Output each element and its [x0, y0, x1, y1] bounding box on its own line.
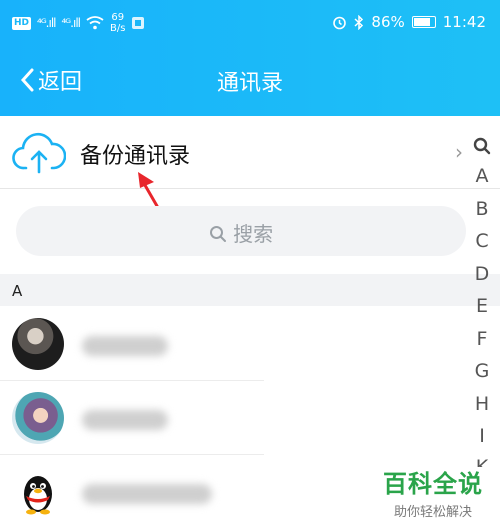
page-title: 通讯录: [216, 71, 283, 96]
network-speed: 69 B/s: [110, 12, 125, 34]
index-search-icon[interactable]: [470, 134, 494, 160]
cloud-upload-icon: [12, 132, 66, 174]
battery-icon: [411, 16, 436, 28]
watermark: 百科全说 助你轻松解决: [374, 464, 492, 520]
chevron-right-icon: ›: [455, 140, 463, 164]
signal-icon-1: ⁴ᴳ.ıll: [37, 16, 57, 30]
index-letter[interactable]: A: [470, 160, 494, 193]
contact-name-blurred: [82, 410, 168, 430]
app-header: HD ⁴ᴳ.ıll ⁴ᴳ.ıll 69 B/s 86% 11:42 返回 通讯录: [0, 0, 500, 116]
watermark-title: 百科全说: [383, 470, 483, 498]
index-letter[interactable]: E: [470, 290, 494, 323]
backup-contacts-row[interactable]: 备份通讯录 ›: [0, 116, 500, 189]
speed-value: 69: [111, 12, 125, 23]
status-bar: HD ⁴ᴳ.ıll ⁴ᴳ.ıll 69 B/s 86% 11:42: [0, 0, 500, 44]
qq-penguin-avatar: [12, 466, 64, 518]
search-placeholder: 搜索: [233, 222, 274, 246]
watermark-subtitle: 助你轻松解决: [393, 505, 472, 520]
section-header: A: [0, 274, 500, 306]
wifi-icon: [86, 16, 104, 30]
hd-badge: HD: [12, 16, 32, 30]
contact-name-blurred: [82, 484, 212, 504]
section-letter: A: [12, 282, 23, 300]
search-placeholder-wrap: 搜索: [16, 218, 466, 247]
index-letter[interactable]: D: [470, 258, 494, 291]
index-letter[interactable]: F: [470, 323, 494, 356]
contact-row[interactable]: [0, 380, 500, 454]
search-icon: [209, 226, 226, 242]
search-bar[interactable]: 搜索: [16, 206, 466, 256]
status-left: HD ⁴ᴳ.ıll ⁴ᴳ.ıll 69 B/s: [12, 12, 145, 34]
index-letter[interactable]: C: [470, 225, 494, 258]
index-letter[interactable]: I: [470, 420, 494, 453]
bluetooth-icon: [354, 14, 364, 30]
battery-percent: 86%: [371, 13, 405, 31]
alphabet-index[interactable]: A B C D E F G H I K: [470, 134, 494, 467]
index-letter[interactable]: G: [470, 355, 494, 388]
alarm-icon: [333, 16, 347, 29]
speed-unit: B/s: [109, 23, 126, 34]
status-right: 86% 11:42: [332, 13, 486, 31]
contact-avatar: [12, 392, 64, 444]
contact-avatar: [12, 318, 64, 370]
contact-name-blurred: [82, 336, 168, 356]
backup-contacts-label: 备份通讯录: [80, 144, 191, 169]
index-letter[interactable]: B: [470, 193, 494, 226]
clock: 11:42: [442, 13, 486, 31]
penguin-icon: [24, 476, 52, 515]
contact-row[interactable]: [0, 306, 500, 380]
index-letter[interactable]: H: [470, 388, 494, 421]
app-notification-icon: [132, 17, 145, 29]
signal-icon-2: ⁴ᴳ.ıll: [61, 16, 82, 30]
